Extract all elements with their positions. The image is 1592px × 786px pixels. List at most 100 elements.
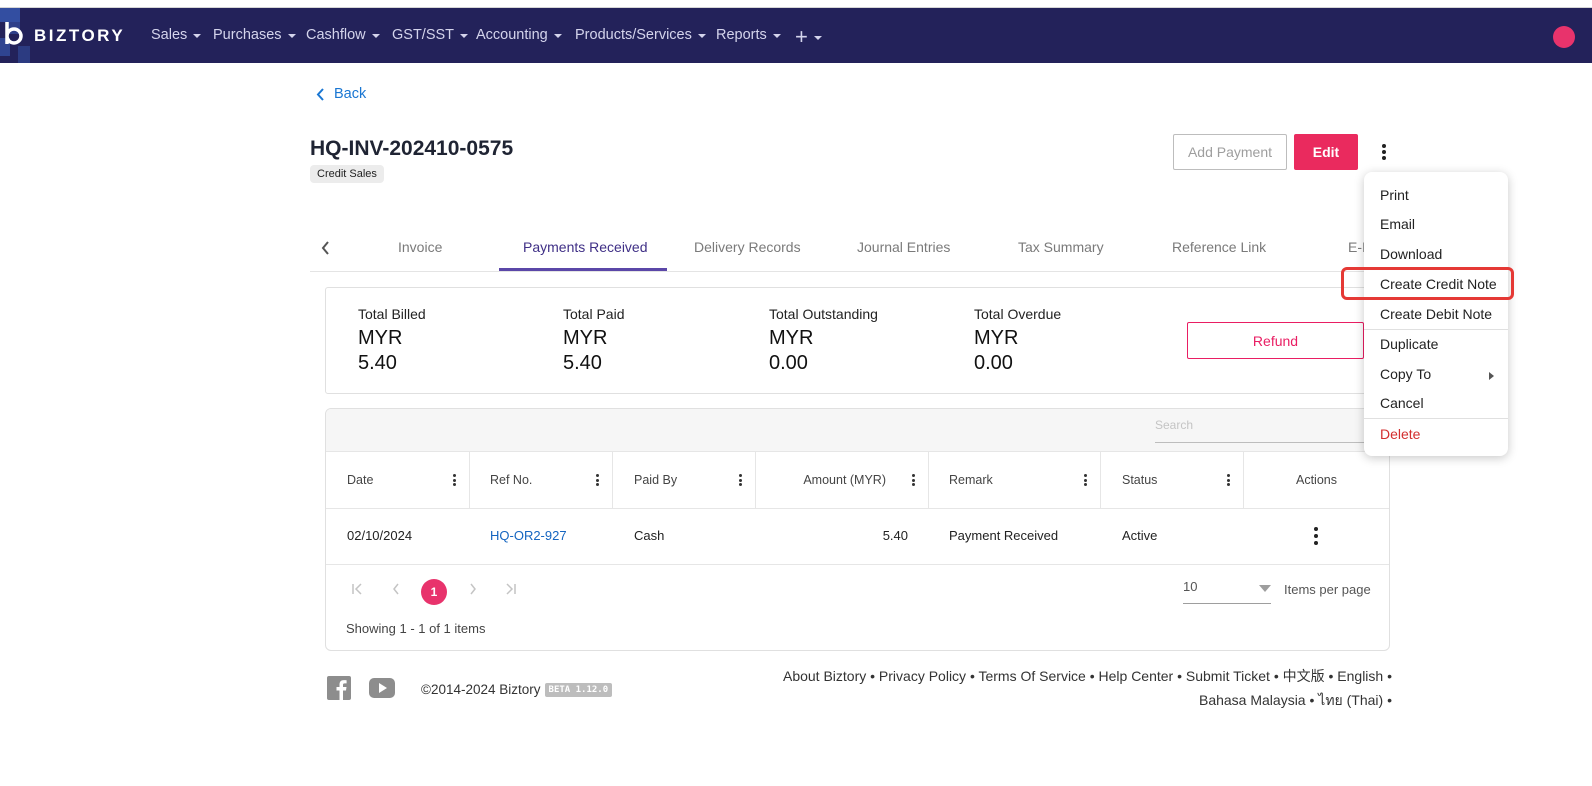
summary-paid: Total Paid MYR 5.40 — [563, 306, 624, 375]
summary-paid-value: 5.40 — [563, 352, 602, 374]
page-number-button[interactable]: 1 — [421, 579, 447, 605]
chevron-left-icon — [316, 87, 324, 101]
row-date: 02/10/2024 — [347, 528, 413, 543]
row-ref-link[interactable]: HQ-OR2-927 — [490, 528, 567, 543]
nav-gst-sst[interactable]: GST/SST — [392, 27, 469, 43]
nav-cashflow[interactable]: Cashflow — [306, 27, 380, 43]
add-payment-button[interactable]: Add Payment — [1173, 134, 1287, 170]
col-actions: Actions — [1244, 451, 1389, 508]
menu-divider — [1364, 418, 1508, 419]
column-menu-icon[interactable] — [912, 474, 915, 488]
copyright-text: ©2014-2024 Biztory — [421, 682, 541, 697]
search-input[interactable]: Search — [1155, 418, 1387, 443]
back-link[interactable]: Back — [316, 86, 366, 102]
payments-grid: Search Date Ref No. Paid By Amount (MYR)… — [325, 408, 1390, 651]
copyright: ©2014-2024 Biztory BETA 1.12.0 — [421, 682, 613, 697]
tab-e-invoice[interactable]: E-I — [1348, 239, 1364, 255]
row-actions-kebab-icon[interactable] — [1314, 527, 1318, 545]
youtube-icon[interactable] — [369, 678, 395, 698]
refund-button[interactable]: Refund — [1187, 322, 1364, 359]
next-page-icon[interactable] — [469, 583, 477, 595]
tab-journal-entries[interactable]: Journal Entries — [857, 239, 950, 255]
window-top-strip — [0, 0, 1592, 8]
menu-item-copy-to[interactable]: Copy To — [1380, 366, 1431, 382]
summary-overdue-currency: MYR — [974, 327, 1019, 349]
tab-invoice[interactable]: Invoice — [398, 239, 442, 255]
column-menu-icon[interactable] — [1084, 474, 1087, 488]
nav-add-new[interactable]: + — [795, 24, 822, 50]
summary-overdue: Total Overdue MYR 0.00 — [974, 306, 1061, 375]
nav-reports[interactable]: Reports — [716, 27, 781, 43]
summary-overdue-label: Total Overdue — [974, 306, 1062, 322]
summary-outstanding: Total Outstanding MYR 0.00 — [769, 306, 878, 375]
active-tab-indicator — [499, 268, 667, 271]
menu-item-delete[interactable]: Delete — [1380, 426, 1420, 442]
tab-tax-summary[interactable]: Tax Summary — [1018, 239, 1104, 255]
grid-pager: 1 10 Items per page Showing 1 - 1 of 1 i… — [326, 565, 1389, 650]
prev-page-icon[interactable] — [392, 583, 400, 595]
biztory-logo-icon[interactable] — [3, 20, 29, 48]
edit-button[interactable]: Edit — [1294, 134, 1358, 170]
menu-item-download[interactable]: Download — [1380, 246, 1442, 262]
summary-paid-label: Total Paid — [563, 306, 625, 322]
summary-billed-currency: MYR — [358, 327, 403, 349]
nav-products-services[interactable]: Products/Services — [575, 27, 706, 43]
row-paid-by: Cash — [634, 528, 665, 543]
menu-item-email[interactable]: Email — [1380, 216, 1415, 232]
per-page-value: 10 — [1183, 579, 1198, 594]
footer-links-line-2[interactable]: Bahasa Malaysia • ไทย (Thai) • — [760, 688, 1392, 712]
items-per-page-label: Items per page — [1284, 582, 1371, 597]
summary-paid-currency: MYR — [563, 327, 608, 349]
col-paid-by-label: Paid By — [634, 472, 678, 487]
menu-item-create-debit-note[interactable]: Create Debit Note — [1380, 306, 1492, 322]
column-menu-icon[interactable] — [596, 474, 599, 488]
menu-item-duplicate[interactable]: Duplicate — [1380, 336, 1438, 352]
column-menu-icon[interactable] — [453, 474, 456, 488]
items-per-page-select[interactable]: 10 — [1183, 579, 1271, 604]
column-menu-icon[interactable] — [1227, 474, 1230, 488]
tab-payments-received[interactable]: Payments Received — [523, 239, 648, 255]
summary-outstanding-currency: MYR — [769, 327, 814, 349]
nav-purchases[interactable]: Purchases — [213, 27, 296, 43]
more-actions-button[interactable] — [1370, 138, 1398, 166]
col-remark-label: Remark — [949, 472, 993, 487]
col-paid-by[interactable]: Paid By — [613, 451, 756, 508]
col-amount[interactable]: Amount (MYR) — [756, 451, 929, 508]
logo-text[interactable]: BIZTORY — [34, 26, 125, 46]
col-amount-label: Amount (MYR) — [803, 472, 886, 487]
kebab-icon — [1382, 144, 1386, 160]
menu-item-cancel[interactable]: Cancel — [1380, 395, 1424, 411]
back-label: Back — [334, 86, 367, 102]
beta-version-badge: BETA 1.12.0 — [544, 682, 613, 697]
row-remark: Payment Received — [949, 528, 1059, 543]
nav-sales[interactable]: Sales — [151, 27, 202, 43]
row-amount: 5.40 — [882, 528, 908, 543]
column-menu-icon[interactable] — [739, 474, 742, 488]
col-ref-no[interactable]: Ref No. — [470, 451, 613, 508]
tabs-prev-icon[interactable] — [318, 239, 334, 257]
col-actions-label: Actions — [1296, 472, 1337, 487]
plus-icon: + — [795, 24, 808, 49]
col-remark[interactable]: Remark — [929, 451, 1101, 508]
nav-accounting[interactable]: Accounting — [476, 27, 562, 43]
footer-links[interactable]: About Biztory • Privacy Policy • Terms O… — [760, 664, 1392, 712]
menu-item-print[interactable]: Print — [1380, 187, 1409, 203]
chevron-down-icon — [1259, 585, 1271, 592]
table-row[interactable]: 02/10/2024 HQ-OR2-927 Cash 5.40 Payment … — [326, 508, 1389, 565]
facebook-icon[interactable] — [327, 676, 351, 700]
tab-delivery-records[interactable]: Delivery Records — [694, 239, 801, 255]
col-date[interactable]: Date — [326, 451, 470, 508]
document-number: HQ-INV-202410-0575 — [310, 137, 514, 160]
col-status-label: Status — [1122, 472, 1158, 487]
last-page-icon[interactable] — [505, 583, 517, 595]
user-avatar[interactable] — [1553, 26, 1575, 48]
document-type-chip: Credit Sales — [310, 165, 384, 183]
grid-toolbar: Search — [326, 409, 1389, 452]
summary-outstanding-value: 0.00 — [769, 352, 808, 374]
col-ref-label: Ref No. — [490, 472, 533, 487]
first-page-icon[interactable] — [351, 583, 363, 595]
col-status[interactable]: Status — [1101, 451, 1244, 508]
footer-links-line-1[interactable]: About Biztory • Privacy Policy • Terms O… — [760, 664, 1392, 688]
tab-reference-link[interactable]: Reference Link — [1172, 239, 1266, 255]
summary-outstanding-label: Total Outstanding — [769, 306, 878, 322]
